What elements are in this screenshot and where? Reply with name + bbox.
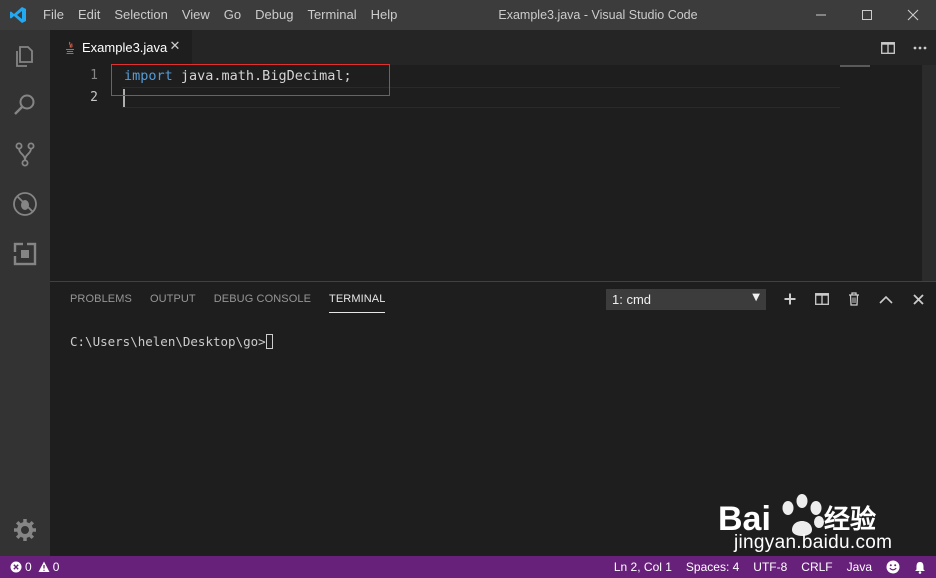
menu-help[interactable]: Help	[364, 0, 405, 30]
line-number: 2	[90, 90, 98, 105]
maximize-button[interactable]	[844, 0, 890, 30]
panel-tabs: PROBLEMS OUTPUT DEBUG CONSOLE TERMINAL	[70, 282, 403, 317]
feedback-button[interactable]	[886, 560, 900, 574]
bell-icon	[915, 561, 925, 574]
new-terminal-button[interactable]	[774, 285, 806, 313]
split-terminal-icon	[815, 293, 829, 305]
menu-edit[interactable]: Edit	[71, 0, 107, 30]
tab-close-icon[interactable]: ✕	[168, 40, 182, 54]
title-bar: File Edit Selection View Go Debug Termin…	[0, 0, 936, 30]
close-icon	[912, 293, 924, 305]
watermark-brand-cn: 经验	[824, 504, 876, 535]
maximize-icon	[862, 10, 872, 20]
code-editor[interactable]: 1 import java.math.BigDecimal; 2	[50, 64, 936, 281]
chevron-down-icon: ▼	[752, 292, 760, 303]
warning-count: 0	[52, 560, 60, 574]
split-terminal-button[interactable]	[806, 285, 838, 313]
split-editor-button[interactable]	[872, 30, 904, 65]
menu-terminal[interactable]: Terminal	[300, 0, 363, 30]
kill-terminal-button[interactable]	[838, 285, 870, 313]
more-actions-button[interactable]	[904, 30, 936, 65]
panel-actions	[774, 285, 934, 313]
extensions-icon[interactable]	[11, 240, 39, 268]
terminal-prompt: C:\Users\helen\Desktop\go>	[70, 334, 266, 349]
terminal-output[interactable]: C:\Users\helen\Desktop\go>	[70, 334, 273, 349]
menu-file[interactable]: File	[36, 0, 71, 30]
chevron-up-icon	[879, 295, 893, 304]
split-editor-icon	[881, 41, 895, 54]
tab-problems[interactable]: PROBLEMS	[70, 282, 132, 317]
settings-gear-icon[interactable]	[11, 516, 39, 544]
minimize-icon	[816, 14, 826, 16]
tab-output[interactable]: OUTPUT	[150, 282, 196, 317]
notifications-button[interactable]	[914, 561, 926, 574]
language-mode[interactable]: Java	[847, 560, 872, 574]
tab-label: Example3.java	[82, 40, 168, 55]
tab-example3-java[interactable]: Example3.java ✕	[50, 30, 192, 65]
java-icon	[66, 41, 74, 54]
error-icon	[10, 561, 22, 573]
smiley-icon	[886, 560, 900, 574]
warning-icon	[38, 561, 50, 572]
explorer-icon[interactable]	[11, 42, 39, 70]
status-problems[interactable]: 0 0	[10, 556, 65, 578]
plus-icon	[784, 293, 796, 305]
line-number: 1	[90, 68, 98, 83]
menu-bar: File Edit Selection View Go Debug Termin…	[36, 0, 404, 30]
terminal-cursor	[265, 334, 273, 349]
annotation-highlight-box	[111, 64, 390, 96]
editor-actions	[872, 30, 936, 65]
paw-logo-icon	[782, 494, 824, 536]
close-panel-button[interactable]	[902, 285, 934, 313]
close-window-button[interactable]	[890, 0, 936, 30]
search-icon[interactable]	[11, 91, 39, 119]
cursor-position[interactable]: Ln 2, Col 1	[614, 560, 672, 574]
editor-scrollbar[interactable]	[922, 65, 936, 281]
menu-debug[interactable]: Debug	[248, 0, 300, 30]
more-icon	[913, 46, 927, 49]
error-count: 0	[25, 560, 32, 574]
encoding[interactable]: UTF-8	[753, 560, 787, 574]
menu-go[interactable]: Go	[217, 0, 248, 30]
tab-debug-console[interactable]: DEBUG CONSOLE	[214, 282, 311, 317]
indentation[interactable]: Spaces: 4	[686, 560, 739, 574]
watermark-url: jingyan.baidu.com	[734, 532, 893, 553]
close-icon	[907, 9, 919, 21]
maximize-panel-button[interactable]	[870, 285, 902, 313]
status-right: Ln 2, Col 1 Spaces: 4 UTF-8 CRLF Java	[600, 556, 926, 578]
trash-icon	[849, 292, 859, 306]
end-of-line[interactable]: CRLF	[801, 560, 832, 574]
minimize-button[interactable]	[798, 0, 844, 30]
activity-bar	[0, 30, 50, 556]
menu-view[interactable]: View	[175, 0, 217, 30]
source-control-icon[interactable]	[11, 140, 39, 168]
tab-terminal[interactable]: TERMINAL	[329, 282, 386, 313]
vscode-logo-icon	[10, 7, 26, 23]
editor-tabs-bar: Example3.java ✕	[50, 30, 936, 65]
status-bar: 0 0 Ln 2, Col 1 Spaces: 4 UTF-8 CRLF Jav…	[0, 556, 936, 578]
terminal-select[interactable]: 1: cmd ▼	[606, 289, 766, 310]
terminal-select-value: 1: cmd	[612, 292, 652, 307]
minimap-slider[interactable]	[840, 65, 870, 67]
menu-selection[interactable]: Selection	[107, 0, 174, 30]
debug-icon[interactable]	[11, 190, 39, 218]
